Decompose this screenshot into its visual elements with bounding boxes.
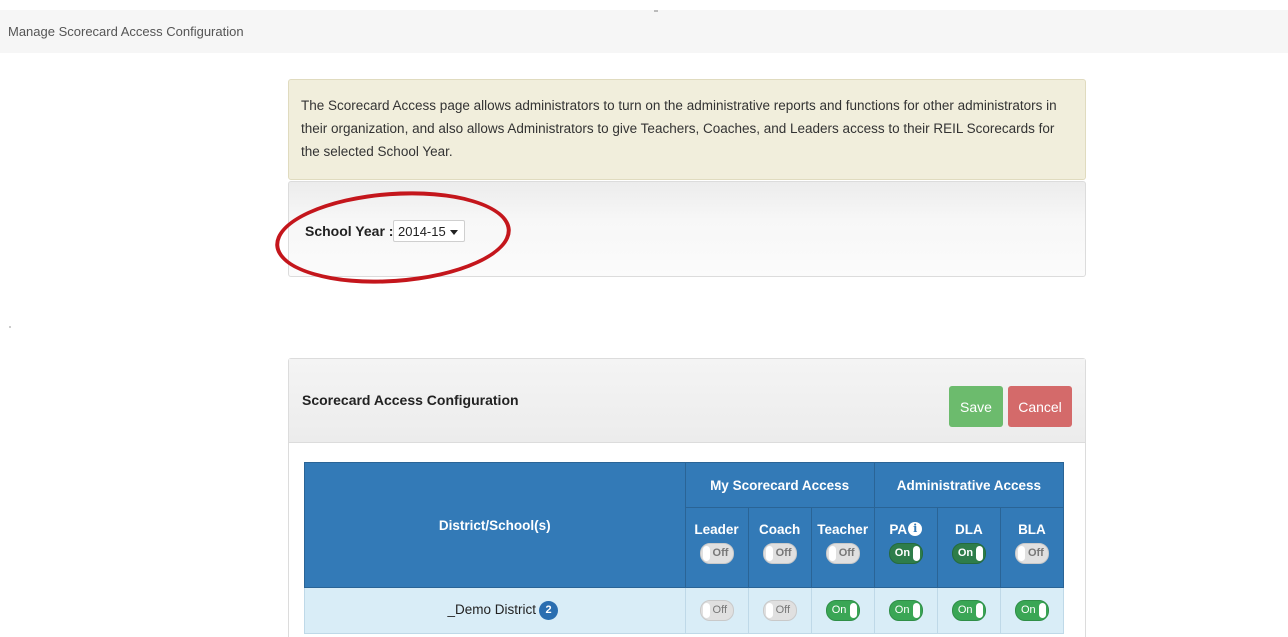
column-header-dla: DLA On [936,507,1001,588]
column-label-teacher: Teacher [817,522,869,537]
table-row: _Demo District 2 Off Off On On On On [304,587,1065,634]
column-label-dla: DLA [954,522,983,537]
toggle-all-dla[interactable]: On [951,543,986,564]
cell-leader: Off [684,587,749,634]
breadcrumb: Manage Scorecard Access Configuration [8,24,244,39]
info-circle-icon[interactable]: i [908,522,923,536]
scorecard-config-panel: Scorecard Access Configuration Save Canc… [288,358,1086,637]
toggle-pa[interactable]: On [888,600,923,621]
save-button[interactable]: Save [949,386,1003,427]
toggle-leader[interactable]: Off [699,600,734,621]
group-header-my-scorecard: My Scorecard Access [684,462,875,508]
toggle-all-coach[interactable]: Off [762,543,797,564]
stray-mark [9,326,11,328]
toggle-coach[interactable]: Off [762,600,797,621]
column-header-pa: PA i On [873,507,938,588]
school-year-value: 2014-15 [398,224,446,239]
school-year-select[interactable]: 2014-15 [393,220,465,242]
column-label-coach: Coach [758,522,801,537]
column-header-district-school: District/School(s) [304,462,686,588]
toggle-all-leader[interactable]: Off [699,543,734,564]
top-bar-tick [654,10,658,12]
column-header-leader: Leader Off [684,507,749,588]
toggle-all-bla[interactable]: Off [1014,543,1049,564]
column-header-coach: Coach Off [747,507,812,588]
toggle-dla[interactable]: On [951,600,986,621]
column-header-bla: BLA Off [999,507,1065,588]
column-label-bla: BLA [1018,522,1046,537]
column-label-leader: Leader [694,522,739,537]
column-label-pa: PA [889,522,908,537]
school-year-panel: School Year : 2014-15 [288,181,1086,277]
cell-teacher: On [810,587,875,634]
top-bar: Manage Scorecard Access Configuration [0,10,1288,53]
toggle-all-pa[interactable]: On [888,543,923,564]
chevron-down-icon [450,230,458,235]
info-box: The Scorecard Access page allows adminis… [288,79,1086,180]
config-panel-header: Scorecard Access Configuration Save Canc… [289,359,1085,443]
cell-bla: On [999,587,1065,634]
cell-pa: On [873,587,938,634]
school-count-badge[interactable]: 2 [539,601,558,620]
toggle-bla[interactable]: On [1014,600,1049,621]
cell-dla: On [936,587,1001,634]
column-label-pa-wrap: PA i [875,522,937,537]
cell-coach: Off [747,587,812,634]
toggle-all-teacher[interactable]: Off [825,543,860,564]
column-header-teacher: Teacher Off [810,507,875,588]
toggle-teacher[interactable]: On [825,600,860,621]
district-name: _Demo District [447,602,536,618]
group-header-administrative: Administrative Access [873,462,1065,508]
config-title: Scorecard Access Configuration [302,392,519,408]
access-table: District/School(s) My Scorecard Access A… [304,462,1065,634]
row-name-cell: _Demo District 2 [304,587,686,634]
school-year-label: School Year : [305,223,394,239]
cancel-button[interactable]: Cancel [1008,386,1072,427]
